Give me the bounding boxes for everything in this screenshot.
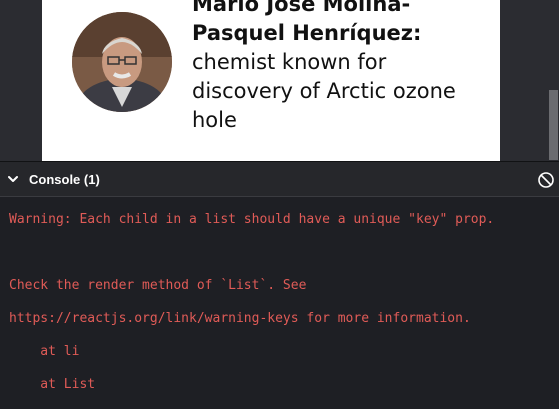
console-line: at li bbox=[9, 344, 80, 359]
scientist-name-line2: Pasquel Henríquez: bbox=[192, 21, 422, 45]
scientist-desc-line3: hole bbox=[192, 108, 237, 132]
scientist-desc-line2: discovery of Arctic ozone bbox=[192, 79, 456, 103]
scientist-name-line1: Mario José Molina- bbox=[192, 0, 411, 16]
console-line: at List bbox=[9, 377, 96, 392]
console-output: Warning: Each child in a list should hav… bbox=[0, 197, 559, 409]
console-line: https://reactjs.org/link/warning-keys fo… bbox=[9, 311, 471, 326]
scientist-desc-line1: chemist known for bbox=[192, 50, 387, 74]
scrollbar-thumb[interactable] bbox=[549, 90, 558, 160]
preview-scrollbar[interactable] bbox=[546, 0, 559, 161]
avatar bbox=[72, 12, 172, 112]
console-title: Console (1) bbox=[29, 172, 100, 187]
scientist-caption: Mario José Molina- Pasquel Henríquez: ch… bbox=[192, 0, 492, 135]
preview-pane: Mario José Molina- Pasquel Henríquez: ch… bbox=[0, 0, 559, 161]
portrait-image bbox=[72, 12, 172, 112]
console-line: Warning: Each child in a list should hav… bbox=[9, 212, 495, 227]
console-header[interactable]: Console (1) bbox=[0, 161, 559, 197]
scientist-card: Mario José Molina- Pasquel Henríquez: ch… bbox=[42, 0, 500, 161]
clear-console-icon[interactable] bbox=[537, 171, 555, 189]
chevron-down-icon[interactable] bbox=[8, 174, 18, 184]
console-line: Check the render method of `List`. See bbox=[9, 278, 307, 293]
